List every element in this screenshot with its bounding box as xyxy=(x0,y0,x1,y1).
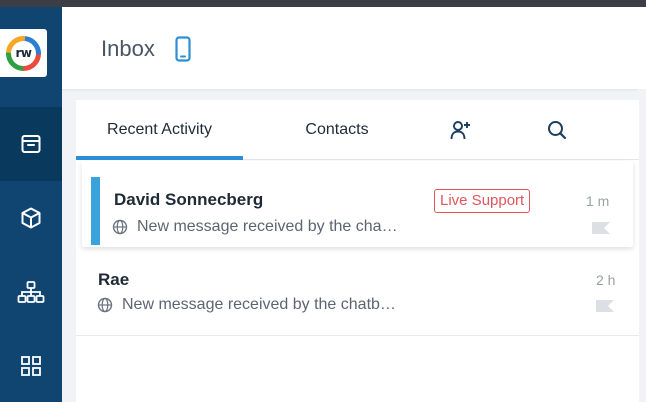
message-preview: New message received by the chatb… xyxy=(122,296,396,313)
logo-cell: rw xyxy=(0,7,62,107)
sitemap-icon xyxy=(17,281,45,303)
page-header: Inbox xyxy=(62,7,646,89)
active-tab-indicator xyxy=(76,156,243,160)
sidebar-item-apps[interactable] xyxy=(0,329,62,402)
tab-contacts-label: Contacts xyxy=(305,121,369,138)
tab-recent-activity-label: Recent Activity xyxy=(107,121,212,138)
header-divider xyxy=(62,89,638,92)
brand-logo[interactable]: rw xyxy=(0,29,47,77)
contact-name: David Sonnecberg xyxy=(114,190,264,209)
sidebar: rw xyxy=(0,7,62,402)
selection-indicator xyxy=(91,177,100,245)
search-icon xyxy=(548,121,567,140)
globe-icon xyxy=(97,297,113,313)
message-time: 1 m xyxy=(586,193,610,209)
contact-name: Rae xyxy=(98,270,130,289)
window-top-bar xyxy=(0,0,646,7)
flag-icon[interactable] xyxy=(595,299,615,313)
message-preview: New message received by the cha… xyxy=(137,218,398,235)
status-badge: Live Support xyxy=(434,189,531,213)
apps-grid-icon xyxy=(21,356,41,376)
sidebar-item-inbox[interactable] xyxy=(0,107,62,181)
message-time: 2 h xyxy=(596,272,616,288)
cube-icon xyxy=(21,207,41,229)
conversation-item-selected[interactable]: David Sonnecberg Live Support 1 m New me… xyxy=(82,161,633,247)
sidebar-item-products[interactable] xyxy=(0,181,62,255)
tab-recent-activity[interactable]: Recent Activity xyxy=(76,100,243,160)
tab-bar: Recent Activity Contacts xyxy=(76,100,639,160)
logo-text: rw xyxy=(15,46,32,60)
search-button[interactable] xyxy=(532,100,582,160)
add-user-icon xyxy=(450,121,470,140)
globe-icon xyxy=(112,219,128,235)
page-title: Inbox xyxy=(101,36,155,61)
mobile-phone-icon xyxy=(175,36,191,62)
sidebar-item-flows[interactable] xyxy=(0,255,62,329)
conversation-item[interactable]: Rae 2 h New message received by the chat… xyxy=(76,258,639,336)
conversation-panel: Recent Activity Contacts xyxy=(76,100,639,402)
add-contact-button[interactable] xyxy=(436,100,486,160)
flag-icon[interactable] xyxy=(591,221,611,235)
archive-icon xyxy=(21,135,41,153)
tab-contacts[interactable]: Contacts xyxy=(266,100,408,160)
